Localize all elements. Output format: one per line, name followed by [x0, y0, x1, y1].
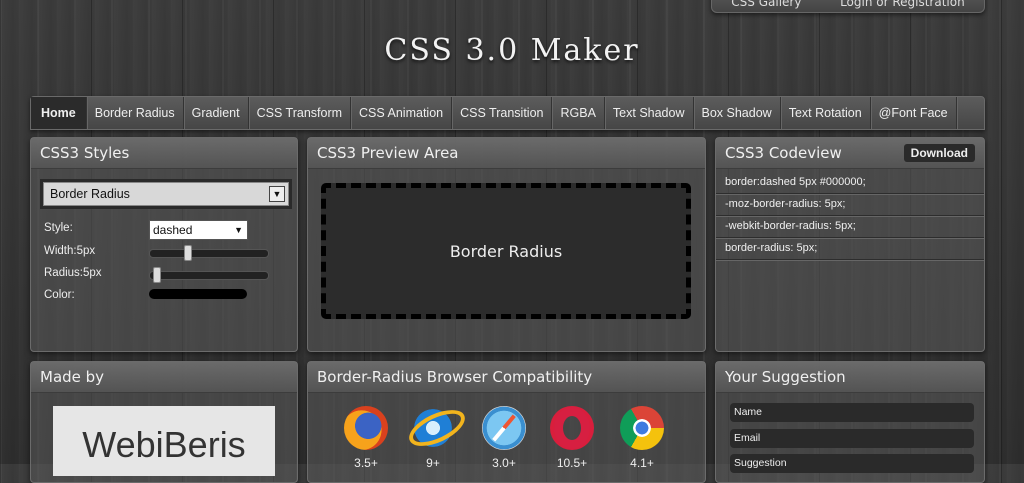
browser-version: 3.5+ — [354, 456, 378, 470]
download-button[interactable]: Download — [903, 144, 975, 162]
tab-font-face[interactable]: @Font Face — [871, 97, 957, 129]
panel-title: CSS3 Styles — [31, 138, 297, 169]
browser-version: 10.5+ — [556, 456, 588, 470]
css3-codeview-panel: CSS3 Codeview Download border:dashed 5px… — [715, 137, 985, 352]
browser-firefox: 3.5+ — [342, 406, 390, 470]
width-slider[interactable] — [149, 245, 269, 261]
preview-text: Border Radius — [449, 241, 563, 261]
login-link[interactable]: Login or Registration — [840, 0, 965, 12]
browser-version: 4.1+ — [630, 456, 654, 470]
tab-rgba[interactable]: RGBA — [552, 97, 605, 129]
code-line: -moz-border-radius: 5px; — [716, 194, 984, 216]
suggestion-panel: Your Suggestion Name Email Suggestion — [715, 361, 985, 483]
radius-slider[interactable] — [149, 267, 269, 283]
width-label: Width:5px — [44, 245, 96, 257]
made-by-panel: Made by WebiBeris — [30, 361, 298, 483]
panel-title: CSS3 Preview Area — [308, 138, 705, 169]
color-label: Color: — [44, 289, 75, 301]
email-field[interactable]: Email — [730, 429, 974, 448]
ie-icon — [403, 402, 471, 454]
main-nav: Home Border Radius Gradient CSS Transfor… — [30, 96, 985, 130]
codeview-title: CSS3 Codeview — [725, 144, 842, 162]
tab-gradient[interactable]: Gradient — [184, 97, 249, 129]
style-label: Style: — [44, 222, 73, 234]
browser-compatibility-panel: Border-Radius Browser Compatibility 3.5+… — [307, 361, 706, 483]
radius-label: Radius:5px — [44, 267, 102, 279]
css-gallery-link[interactable]: CSS Gallery — [731, 0, 801, 12]
panel-title: Border-Radius Browser Compatibility — [308, 362, 705, 393]
panel-title: Made by — [31, 362, 297, 393]
code-line: border-radius: 5px; — [716, 238, 984, 260]
radius-slider-handle[interactable] — [153, 267, 161, 283]
browser-chrome: 4.1+ — [618, 406, 666, 470]
name-field[interactable]: Name — [730, 403, 974, 422]
chevron-down-icon: ▼ — [234, 225, 243, 235]
border-style-value: dashed — [153, 223, 193, 237]
preview-box: Border Radius — [321, 183, 691, 319]
chrome-icon — [620, 406, 664, 450]
top-links-bar: CSS Gallery Login or Registration — [711, 0, 985, 13]
color-picker-swatch[interactable] — [149, 289, 247, 299]
panel-title: CSS3 Codeview Download — [716, 138, 984, 169]
site-logo[interactable]: CSS 3.0 Maker — [0, 33, 1024, 68]
tab-box-shadow[interactable]: Box Shadow — [694, 97, 781, 129]
browser-ie: 9+ — [403, 402, 471, 470]
firefox-icon — [344, 406, 388, 450]
panel-title: Your Suggestion — [716, 362, 984, 393]
border-style-select[interactable]: dashed ▼ — [149, 220, 248, 240]
browser-version: 9+ — [426, 456, 440, 470]
css3-preview-panel: CSS3 Preview Area Border Radius — [307, 137, 706, 352]
tab-border-radius[interactable]: Border Radius — [87, 97, 184, 129]
code-line: -webkit-border-radius: 5px; — [716, 216, 984, 238]
browser-opera: 10.5+ — [548, 406, 596, 470]
browser-safari: 3.0+ — [480, 406, 528, 470]
css3-styles-panel: CSS3 Styles Border Radius ▼ Style: dashe… — [30, 137, 298, 352]
style-type-value: Border Radius — [50, 187, 130, 201]
style-type-select[interactable]: Border Radius ▼ — [43, 182, 289, 206]
chevron-down-icon[interactable]: ▼ — [269, 186, 285, 202]
tab-css-transition[interactable]: CSS Transition — [452, 97, 553, 129]
tab-text-shadow[interactable]: Text Shadow — [605, 97, 694, 129]
tab-css-animation[interactable]: CSS Animation — [351, 97, 453, 129]
code-line: border:dashed 5px #000000; — [716, 172, 984, 194]
opera-icon — [550, 406, 594, 450]
browser-version: 3.0+ — [492, 456, 516, 470]
tab-css-transform[interactable]: CSS Transform — [249, 97, 352, 129]
tab-home[interactable]: Home — [31, 97, 87, 129]
width-slider-handle[interactable] — [184, 245, 192, 261]
safari-icon — [482, 406, 526, 450]
webiberis-logo[interactable]: WebiBeris — [53, 406, 275, 476]
tab-text-rotation[interactable]: Text Rotation — [781, 97, 871, 129]
